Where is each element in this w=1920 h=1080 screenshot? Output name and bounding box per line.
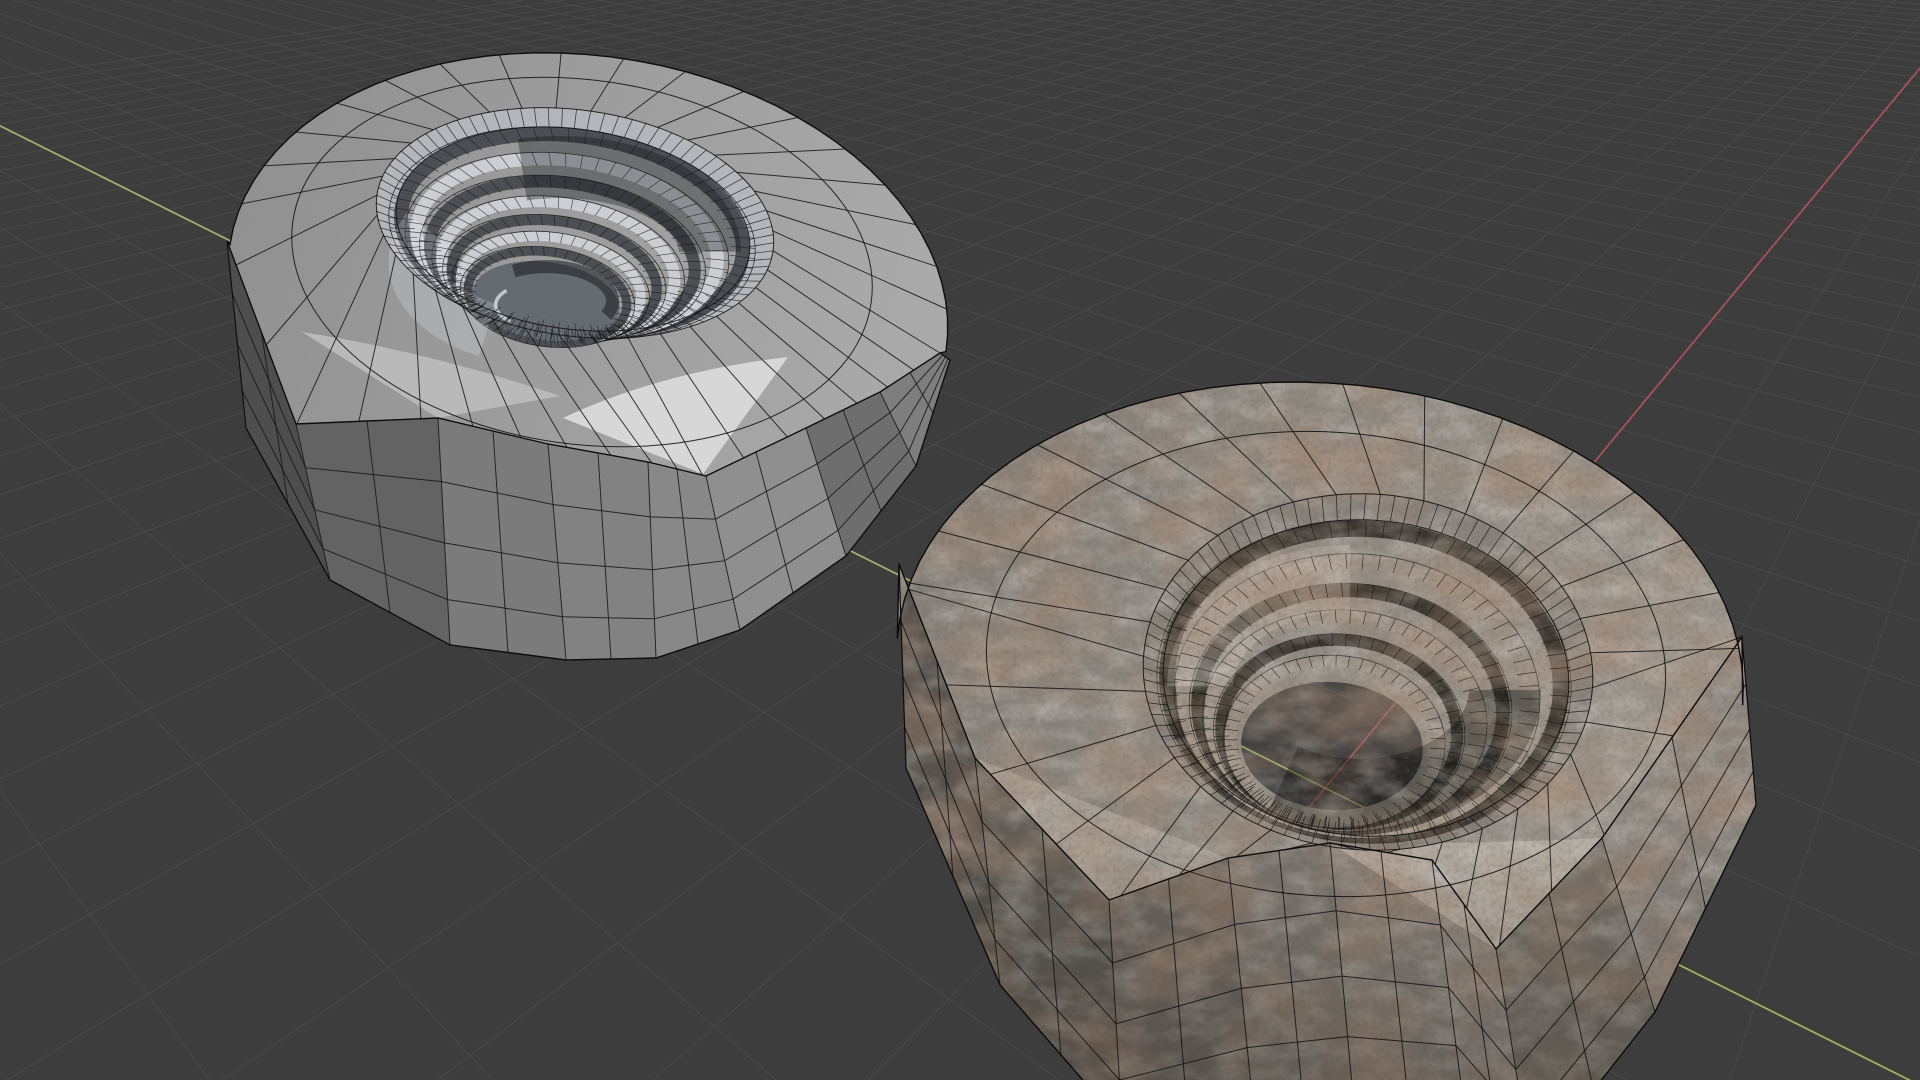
viewport-canvas[interactable] (0, 0, 1920, 1080)
viewport-3d[interactable] (0, 0, 1920, 1080)
hex-nut-wireframe[interactable] (226, 41, 951, 661)
hex-nut-textured[interactable] (839, 360, 1821, 1080)
